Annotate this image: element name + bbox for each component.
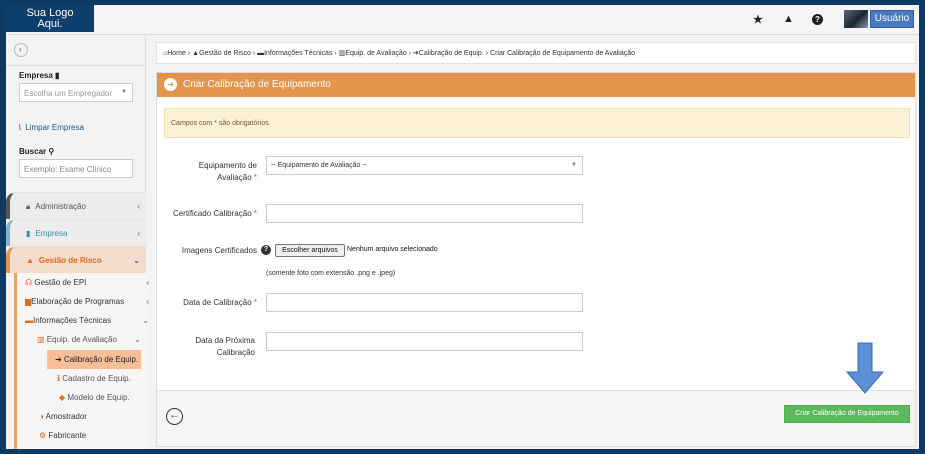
imagens-label: Imagens Certificados [181, 246, 257, 255]
avatar[interactable] [844, 10, 868, 28]
chevron-down-icon: ⌄ [142, 316, 149, 325]
empresa-select[interactable]: Escolha um Empregador ▼ [19, 83, 133, 102]
choose-files-button[interactable]: Escolher arquivos [275, 244, 345, 257]
submenu-item-elaboracao-programas[interactable]: ▆Elaboração de Programas ‹ [25, 292, 155, 311]
submit-button[interactable]: Criar Calibração de Equipamento [784, 405, 910, 423]
sidebar: ◐ Empresa ▮ Escolha um Empregador ▼ / Lim… [6, 35, 149, 449]
submenu-item-amostrador[interactable]: ◑ Amostrador [39, 407, 169, 426]
annotation-arrow-icon [846, 342, 884, 394]
warning-icon[interactable]: ▲ [783, 13, 794, 25]
submenu-item-equip-avaliacao[interactable]: ▥ Equip. de Avaliação ⌄ [37, 330, 147, 349]
certificado-label: Certificado Calibração * [172, 209, 257, 218]
lock-icon: 🔒︎ [26, 202, 31, 211]
file-status: Nenhum arquivo selecionado [347, 246, 438, 253]
breadcrumb-equip-avaliacao[interactable]: Equip. de Avaliação [345, 50, 406, 57]
form-panel: ➜ Criar Calibração de Equipamento Campos… [156, 72, 916, 447]
required-fields-alert: Campos com * são obrigatórios. [164, 108, 910, 138]
breadcrumb-informacoes-tecnicas[interactable]: Informações Técnicas [264, 50, 332, 57]
warning-icon: ▲ [26, 256, 34, 265]
menu-item-empresa[interactable]: ▮ Empresa ‹ [6, 219, 146, 246]
help-icon[interactable]: ? [812, 14, 823, 25]
empresa-label: Empresa ▮ [19, 71, 60, 80]
app-window: Sua Logo Aqui. ★ ▲ ? Usuário ◐ Empresa ▮… [6, 5, 919, 449]
breadcrumb-gestao-risco[interactable]: Gestão de Risco [199, 50, 251, 57]
info-icon: ℹ [57, 374, 61, 383]
user-button[interactable]: Usuário [870, 10, 914, 28]
panel-header: ➜ Criar Calibração de Equipamento [157, 73, 915, 97]
folder-open-icon: ▬ [25, 316, 33, 325]
headset-icon: ☊ [25, 278, 33, 287]
search-icon: ⚲ [48, 147, 55, 156]
submenu-item-fabricante[interactable]: ⚙ Fabricante [39, 426, 169, 445]
certificado-input[interactable] [266, 204, 583, 223]
submenu-item-informacoes-tecnicas[interactable]: ▬Informações Técnicas ⌄ [25, 311, 155, 330]
buscar-label: Buscar ⚲ [19, 147, 55, 156]
menu-item-gestao-de-risco[interactable]: ▲ Gestão de Risco ⌄ [6, 246, 146, 273]
chevron-left-icon: ‹ [146, 278, 149, 287]
breadcrumb-current: Criar Calibração de Equipamento de Avali… [490, 50, 636, 57]
chevron-down-icon: ⌄ [133, 256, 140, 265]
sidebar-toggle-icon[interactable]: ◐ [14, 43, 28, 57]
breadcrumb: ⌂Home › ▲Gestão de Risco › ▬Informações … [156, 42, 916, 64]
file-hint: (somente foto com extensão .png e .jpeg) [266, 270, 396, 277]
divider [6, 65, 146, 66]
breadcrumb-calibracao-equip[interactable]: Calibração de Equip. [419, 50, 484, 57]
data-calibracao-label: Data de Calibração * [183, 298, 257, 307]
equipamento-select[interactable]: -- Equipamento de Avaliação -- ▼ [266, 156, 583, 175]
limpar-empresa-link[interactable]: / Limpar Empresa [17, 122, 84, 133]
data-calibracao-input[interactable] [266, 293, 583, 312]
building-icon: ▮ [55, 71, 60, 80]
chevron-left-icon: ‹ [137, 229, 140, 238]
caret-down-icon: ▼ [571, 162, 577, 168]
sign-in-icon: ➜ [55, 355, 62, 364]
top-bar: Sua Logo Aqui. ★ ▲ ? Usuário [6, 5, 919, 35]
sign-in-icon: ➜ [164, 78, 177, 91]
chart-icon: ▥ [37, 335, 45, 344]
chevron-down-icon: ⌄ [134, 335, 141, 344]
help-icon[interactable]: ? [261, 245, 271, 255]
data-proxima-label: Data da Próxima Calibração [195, 336, 255, 357]
building-icon: ▮ [26, 229, 31, 238]
page-title: Criar Calibração de Equipamento [183, 79, 331, 90]
submenu: ☊ Gestão de EPI ‹ ▆Elaboração de Program… [14, 273, 149, 449]
logo: Sua Logo Aqui. [6, 5, 94, 32]
circle-half-icon: ◑ [39, 412, 44, 421]
submenu-item-calibracao-equip[interactable]: ➜ Calibração de Equip. [47, 350, 141, 369]
star-icon[interactable]: ★ [753, 13, 763, 26]
menu-item-administracao[interactable]: 🔒︎ Administração ‹ [6, 192, 146, 219]
equipamento-label: Equipamento de Avaliação * [198, 161, 257, 182]
submenu-item-gestao-epi[interactable]: ☊ Gestão de EPI ‹ [25, 273, 155, 292]
chevron-left-icon: ‹ [137, 202, 140, 211]
cogs-icon: ⚙ [39, 431, 47, 440]
breadcrumb-home[interactable]: Home [167, 50, 186, 57]
search-input[interactable]: Exemplo: Exame Clínico [19, 159, 133, 178]
caret-down-icon: ▼ [121, 89, 127, 95]
data-proxima-input[interactable] [266, 332, 583, 351]
brush-icon: / [17, 122, 23, 133]
tag-icon: ◆ [59, 393, 66, 402]
back-arrow-icon[interactable]: ← [166, 408, 183, 425]
chevron-left-icon: ‹ [146, 297, 149, 306]
panel-footer: ← Criar Calibração de Equipamento [157, 390, 915, 446]
